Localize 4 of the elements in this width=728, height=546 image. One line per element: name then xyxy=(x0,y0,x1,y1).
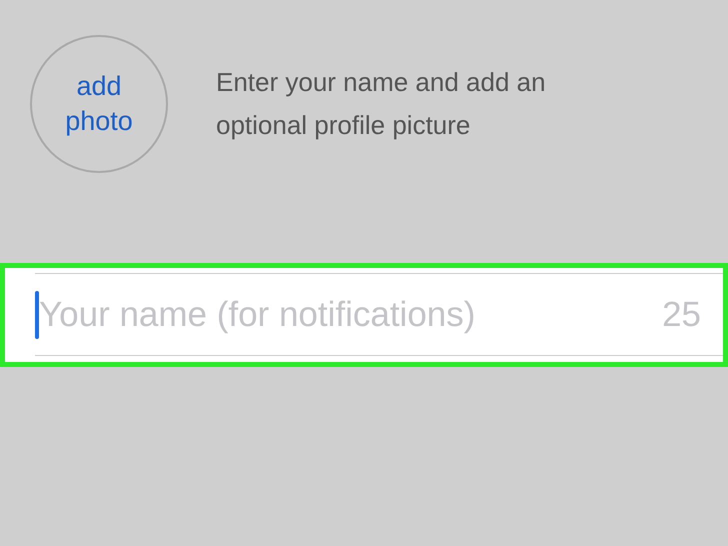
name-input-field[interactable]: Your name (for notifications) xyxy=(39,294,662,334)
add-photo-button[interactable]: add photo xyxy=(30,35,168,173)
instructions-text: Enter your name and add an optional profile picture xyxy=(216,66,547,142)
character-counter: 25 xyxy=(662,294,702,334)
